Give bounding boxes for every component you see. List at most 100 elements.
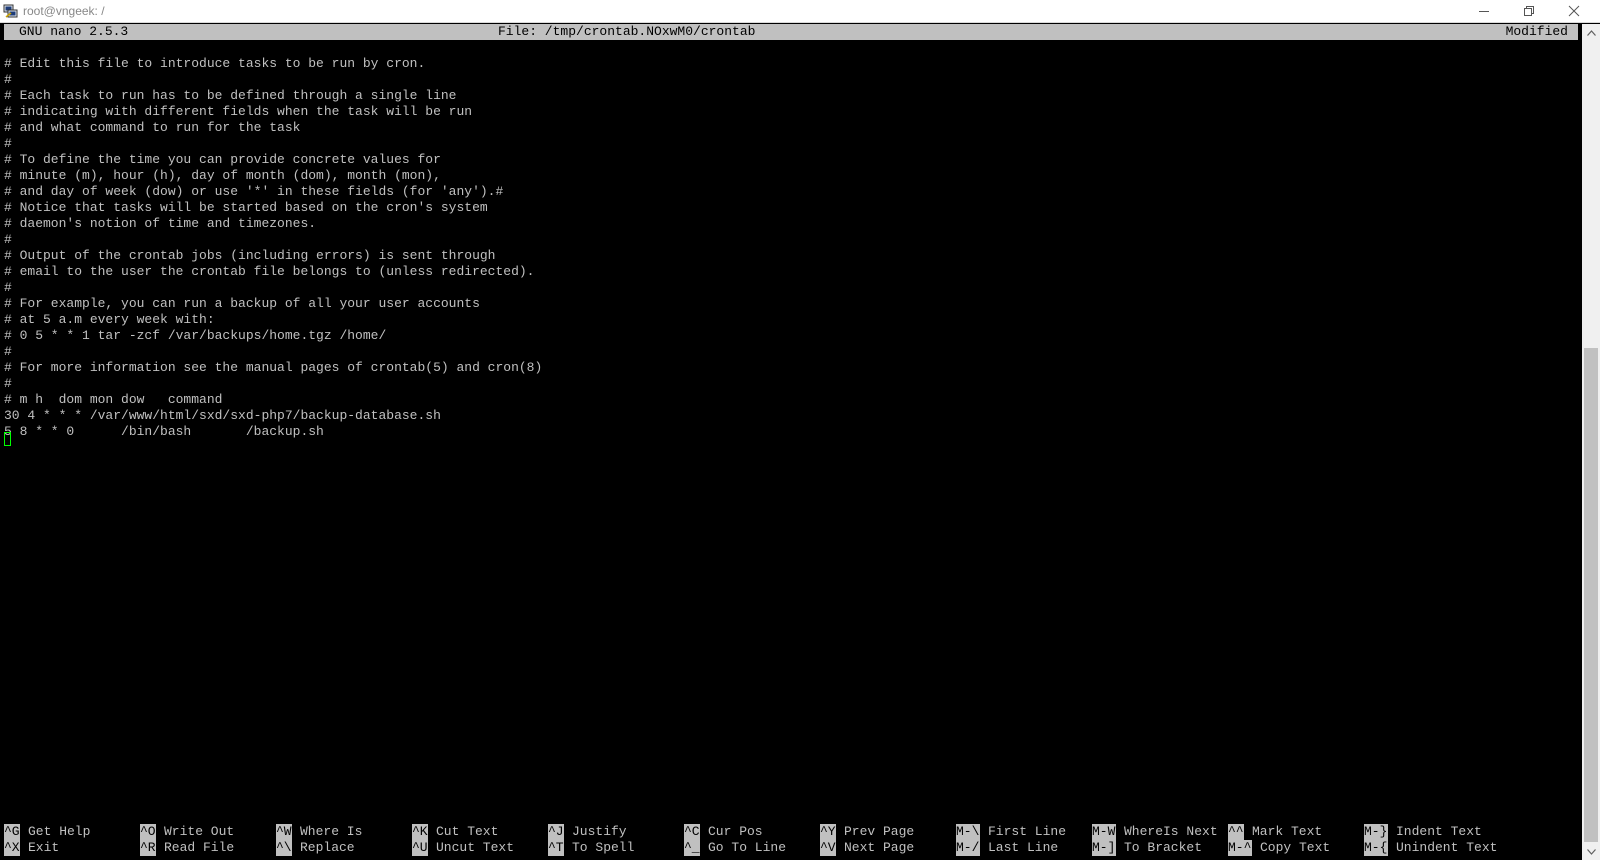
buffer-line[interactable]: # — [4, 376, 12, 392]
shortcut-label: Exit — [28, 840, 60, 855]
shortcut-label: Last Line — [988, 840, 1059, 855]
buffer-line[interactable]: # — [4, 72, 12, 88]
buffer-line[interactable]: # — [4, 136, 12, 152]
shortcut-label: Cut Text — [436, 824, 499, 839]
buffer-line[interactable]: # and what command to run for the task — [4, 120, 300, 136]
shortcut-label: Go To Line — [708, 840, 787, 855]
shortcut-label: Write Out — [164, 824, 235, 839]
nano-header-bar: GNU nano 2.5.3 File: /tmp/crontab.NOxwM0… — [4, 24, 1578, 40]
shortcut-label: To Spell — [572, 840, 635, 855]
buffer-line[interactable]: # 0 5 * * 1 tar -zcf /var/backups/home.t… — [4, 328, 386, 344]
putty-icon — [3, 4, 18, 18]
buffer-line[interactable]: 5 8 * * 0 /bin/bash /backup.sh — [4, 424, 324, 440]
shortcut-label: Uncut Text — [436, 840, 515, 855]
shortcut-where-is[interactable]: ^W Where Is — [276, 824, 362, 840]
shortcut-indent-text[interactable]: M-} Indent Text — [1364, 824, 1482, 840]
shortcut-write-out[interactable]: ^O Write Out — [140, 824, 234, 840]
shortcut-key: ^G — [4, 824, 20, 840]
nano-modified-status: Modified — [1505, 24, 1568, 39]
shortcut-label: First Line — [988, 824, 1067, 839]
close-button[interactable] — [1552, 0, 1596, 22]
shortcut-exit[interactable]: ^X Exit — [4, 840, 59, 856]
shortcut-read-file[interactable]: ^R Read File — [140, 840, 234, 856]
shortcut-cut-text[interactable]: ^K Cut Text — [412, 824, 498, 840]
buffer-line[interactable]: # To define the time you can provide con… — [4, 152, 441, 168]
shortcut-label: Indent Text — [1396, 824, 1482, 839]
shortcut-prev-page[interactable]: ^Y Prev Page — [820, 824, 914, 840]
scroll-up-button[interactable] — [1582, 24, 1600, 41]
minimize-button[interactable] — [1462, 0, 1506, 22]
window-title: root@vngeek: / — [23, 4, 105, 18]
shortcut-label: Cur Pos — [708, 824, 763, 839]
shortcut-key: ^K — [412, 824, 428, 840]
shortcut-key: M-\ — [956, 824, 980, 840]
scroll-down-button[interactable] — [1582, 843, 1600, 860]
buffer-line[interactable]: # at 5 a.m every week with: — [4, 312, 215, 328]
shortcut-label: Get Help — [28, 824, 91, 839]
buffer-line[interactable]: # m h dom mon dow command — [4, 392, 222, 408]
shortcut-key: M-/ — [956, 840, 980, 856]
buffer-line[interactable]: # Output of the crontab jobs (including … — [4, 248, 495, 264]
nano-version: GNU nano 2.5.3 — [19, 24, 129, 39]
restore-button[interactable] — [1507, 0, 1551, 22]
shortcut-label: WhereIs Next — [1124, 824, 1218, 839]
shortcut-mark-text[interactable]: ^^ Mark Text — [1228, 824, 1322, 840]
shortcut-key: ^X — [4, 840, 20, 856]
vertical-scrollbar[interactable] — [1582, 24, 1600, 860]
arrow-up-icon — [1586, 29, 1596, 36]
shortcut-unindent-text[interactable]: M-{ Unindent Text — [1364, 840, 1497, 856]
shortcut-key: ^U — [412, 840, 428, 856]
shortcut-key: ^V — [820, 840, 836, 856]
arrow-down-icon — [1586, 848, 1596, 855]
shortcut-key: ^J — [548, 824, 564, 840]
scrollbar-thumb[interactable] — [1584, 348, 1598, 842]
shortcut-key: M-] — [1092, 840, 1116, 856]
shortcut-label: Unindent Text — [1396, 840, 1498, 855]
buffer-line[interactable]: # — [4, 280, 12, 296]
buffer-line[interactable]: # indicating with different fields when … — [4, 104, 472, 120]
buffer-line[interactable]: # For more information see the manual pa… — [4, 360, 542, 376]
shortcut-label: Prev Page — [844, 824, 915, 839]
shortcut-cur-pos[interactable]: ^C Cur Pos — [684, 824, 763, 840]
shortcut-label: Replace — [300, 840, 355, 855]
nano-file-path: File: /tmp/crontab.NOxwM0/crontab — [498, 24, 756, 39]
buffer-line[interactable]: # email to the user the crontab file bel… — [4, 264, 535, 280]
shortcut-last-line[interactable]: M-/ Last Line — [956, 840, 1058, 856]
buffer-line[interactable]: # minute (m), hour (h), day of month (do… — [4, 168, 441, 184]
buffer-line[interactable]: # Each task to run has to be defined thr… — [4, 88, 456, 104]
shortcut-key: M-^ — [1228, 840, 1252, 856]
shortcut-key: M-{ — [1364, 840, 1388, 856]
terminal-area[interactable]: GNU nano 2.5.3 File: /tmp/crontab.NOxwM0… — [0, 24, 1582, 860]
shortcut-get-help[interactable]: ^G Get Help — [4, 824, 90, 840]
minimize-icon — [1479, 11, 1489, 12]
shortcut-copy-text[interactable]: M-^ Copy Text — [1228, 840, 1330, 856]
shortcut-key: ^R — [140, 840, 156, 856]
shortcut-key: ^Y — [820, 824, 836, 840]
buffer-line[interactable]: # daemon's notion of time and timezones. — [4, 216, 316, 232]
buffer-line[interactable]: # For example, you can run a backup of a… — [4, 296, 480, 312]
shortcut-label: Mark Text — [1252, 824, 1323, 839]
shortcut-first-line[interactable]: M-\ First Line — [956, 824, 1066, 840]
shortcut-key: ^T — [548, 840, 564, 856]
shortcut-label: Read File — [164, 840, 235, 855]
shortcut-to-bracket[interactable]: M-] To Bracket — [1092, 840, 1202, 856]
text-cursor — [4, 432, 11, 446]
buffer-line[interactable]: 30 4 * * * /var/www/html/sxd/sxd-php7/ba… — [4, 408, 441, 424]
shortcut-go-to-line[interactable]: ^_ Go To Line — [684, 840, 786, 856]
buffer-line[interactable]: # — [4, 232, 12, 248]
shortcut-label: To Bracket — [1124, 840, 1203, 855]
shortcut-justify[interactable]: ^J Justify — [548, 824, 627, 840]
shortcut-key: ^O — [140, 824, 156, 840]
shortcut-uncut-text[interactable]: ^U Uncut Text — [412, 840, 514, 856]
shortcut-key: M-W — [1092, 824, 1116, 840]
shortcut-next-page[interactable]: ^V Next Page — [820, 840, 914, 856]
shortcut-key: ^W — [276, 824, 292, 840]
buffer-line[interactable]: # Edit this file to introduce tasks to b… — [4, 56, 425, 72]
shortcut-whereis-next[interactable]: M-W WhereIs Next — [1092, 824, 1218, 840]
buffer-line[interactable]: # Notice that tasks will be started base… — [4, 200, 488, 216]
buffer-line[interactable]: # and day of week (dow) or use '*' in th… — [4, 184, 503, 200]
shortcut-replace[interactable]: ^\ Replace — [276, 840, 355, 856]
buffer-line[interactable]: # — [4, 344, 12, 360]
shortcut-label: Copy Text — [1260, 840, 1331, 855]
shortcut-to-spell[interactable]: ^T To Spell — [548, 840, 634, 856]
